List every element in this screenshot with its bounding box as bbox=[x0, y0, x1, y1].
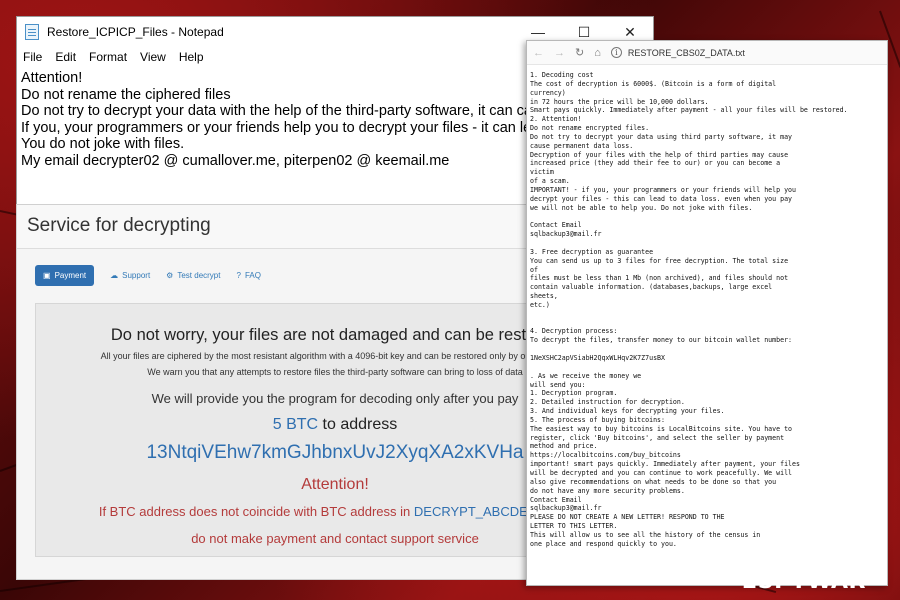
warning-prefix: If BTC address does not coincide with BT… bbox=[98, 504, 411, 519]
text-file-browser-window: ← → ↻ ⌂ i RESTORE_CBS0Z_DATA.txt 1. Deco… bbox=[526, 40, 888, 586]
menu-format[interactable]: Format bbox=[89, 50, 127, 64]
chat-icon: ☁ bbox=[110, 270, 119, 280]
tab-test-decrypt[interactable]: ⚙ Test decrypt bbox=[166, 271, 220, 280]
menu-edit[interactable]: Edit bbox=[55, 50, 76, 64]
watermark-sup: + bbox=[865, 572, 874, 583]
info-icon[interactable]: i bbox=[610, 47, 622, 58]
to-address-label: to address bbox=[322, 416, 398, 433]
tab-support[interactable]: ☁ Support bbox=[110, 271, 150, 280]
money-icon: ▣ bbox=[43, 270, 51, 280]
menu-view[interactable]: View bbox=[140, 50, 166, 64]
gears-icon: ⚙ bbox=[166, 270, 174, 280]
ransom-note-text: 1. Decoding cost The cost of decryption … bbox=[530, 71, 848, 548]
home-icon[interactable]: ⌂ bbox=[594, 47, 601, 59]
tab-label: Support bbox=[122, 270, 151, 280]
btc-amount: 5 BTC bbox=[272, 416, 319, 433]
reload-icon[interactable]: ↻ bbox=[575, 46, 584, 59]
notepad-app-icon bbox=[25, 24, 39, 40]
tab-label: FAQ bbox=[244, 270, 261, 280]
back-arrow-icon[interactable]: ← bbox=[533, 47, 544, 59]
menu-help[interactable]: Help bbox=[179, 50, 204, 64]
tab-payment[interactable]: ▣ Payment bbox=[35, 264, 95, 286]
watermark-text: 2SPYWAR bbox=[742, 569, 866, 594]
browser-toolbar: ← → ↻ ⌂ i RESTORE_CBS0Z_DATA.txt bbox=[527, 41, 887, 65]
tab-label: Payment bbox=[54, 270, 87, 280]
address-bar[interactable]: RESTORE_CBS0Z_DATA.txt bbox=[628, 48, 745, 58]
tab-faq[interactable]: ? FAQ bbox=[236, 271, 260, 280]
tab-label: Test decrypt bbox=[177, 270, 221, 280]
watermark-logo: 2SPYWAR+ bbox=[742, 569, 874, 594]
notepad-title: Restore_ICPICP_Files - Notepad bbox=[47, 25, 224, 39]
question-icon: ? bbox=[236, 270, 241, 280]
menu-file[interactable]: File bbox=[23, 50, 42, 64]
forward-arrow-icon[interactable]: → bbox=[554, 47, 565, 59]
